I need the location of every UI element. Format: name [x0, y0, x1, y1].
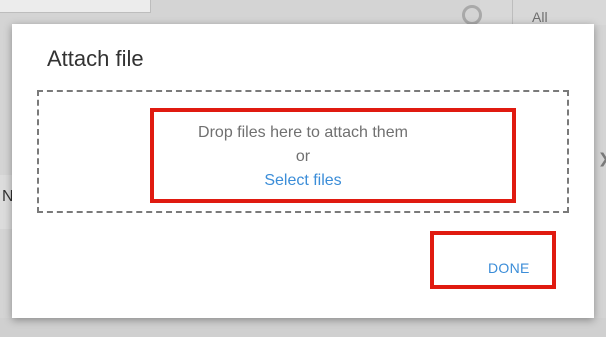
- select-files-link[interactable]: Select files: [264, 169, 341, 193]
- drop-instruction-text: Drop files here to attach them: [198, 124, 408, 141]
- done-button[interactable]: DONE: [488, 260, 530, 276]
- drop-zone-content: Drop files here to attach them or Select…: [39, 121, 567, 193]
- background-divider: [512, 0, 513, 25]
- file-drop-zone[interactable]: Drop files here to attach them or Select…: [37, 90, 569, 213]
- or-text: or: [295, 148, 311, 165]
- background-panel: [0, 0, 151, 13]
- dialog-title: Attach file: [47, 46, 144, 71]
- chevron-right-icon: ❯: [598, 150, 606, 167]
- radio-circle-icon: [462, 5, 482, 25]
- filter-all-label: All: [532, 9, 548, 25]
- background-bottom: [0, 318, 606, 337]
- attach-file-dialog: Attach file Drop files here to attach th…: [12, 24, 594, 318]
